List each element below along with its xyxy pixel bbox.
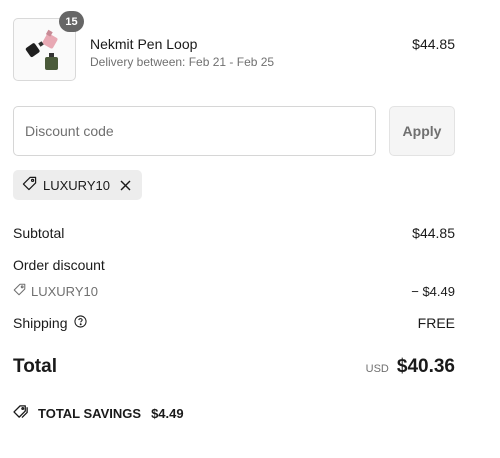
discount-code-row: LUXURY10 − $4.49 [13,283,455,299]
total-savings-label: TOTAL SAVINGS [38,405,142,421]
tag-icon [13,283,26,299]
close-icon[interactable] [119,178,133,192]
order-discount-label: Order discount [13,257,105,273]
applied-code-label: LUXURY10 [43,177,110,193]
product-name: Nekmit Pen Loop [90,36,198,52]
applied-discount-chip: LUXURY10 [13,170,142,200]
total-row: Total USD $40.36 [13,356,455,378]
subtotal-label: Subtotal [13,225,65,241]
total-savings: TOTAL SAVINGS $4.49 [13,404,184,422]
apply-button[interactable]: Apply [389,106,455,156]
line-item: 15 Nekmit Pen Loop Delivery between: Feb… [13,11,455,82]
delivery-window: Delivery between: Feb 21 - Feb 25 [90,55,275,69]
shipping-value: FREE [417,315,455,331]
shipping-label-group: Shipping [13,315,87,331]
discount-code-input[interactable] [13,106,376,156]
item-price: $44.85 [412,36,455,52]
subtotal-value: $44.85 [412,225,455,241]
discount-code-label-group: LUXURY10 [13,283,98,299]
product-thumbnail: 15 [13,11,84,81]
tags-icon [13,404,30,422]
total-amount-group: USD $40.36 [366,356,455,378]
total-value: $40.36 [396,356,455,377]
currency-code: USD [365,363,389,375]
order-discount-row: Order discount [13,257,455,273]
discount-value: − $4.49 [411,283,455,299]
question-circle-icon[interactable] [73,315,87,331]
total-label: Total [13,356,57,377]
subtotal-row: Subtotal $44.85 [13,225,455,241]
quantity-badge: 15 [59,11,84,32]
shipping-label: Shipping [13,315,68,331]
discount-code-text: LUXURY10 [31,283,98,299]
total-savings-amount: $4.49 [151,405,184,421]
tag-icon [22,176,37,194]
shipping-row: Shipping FREE [13,315,455,331]
